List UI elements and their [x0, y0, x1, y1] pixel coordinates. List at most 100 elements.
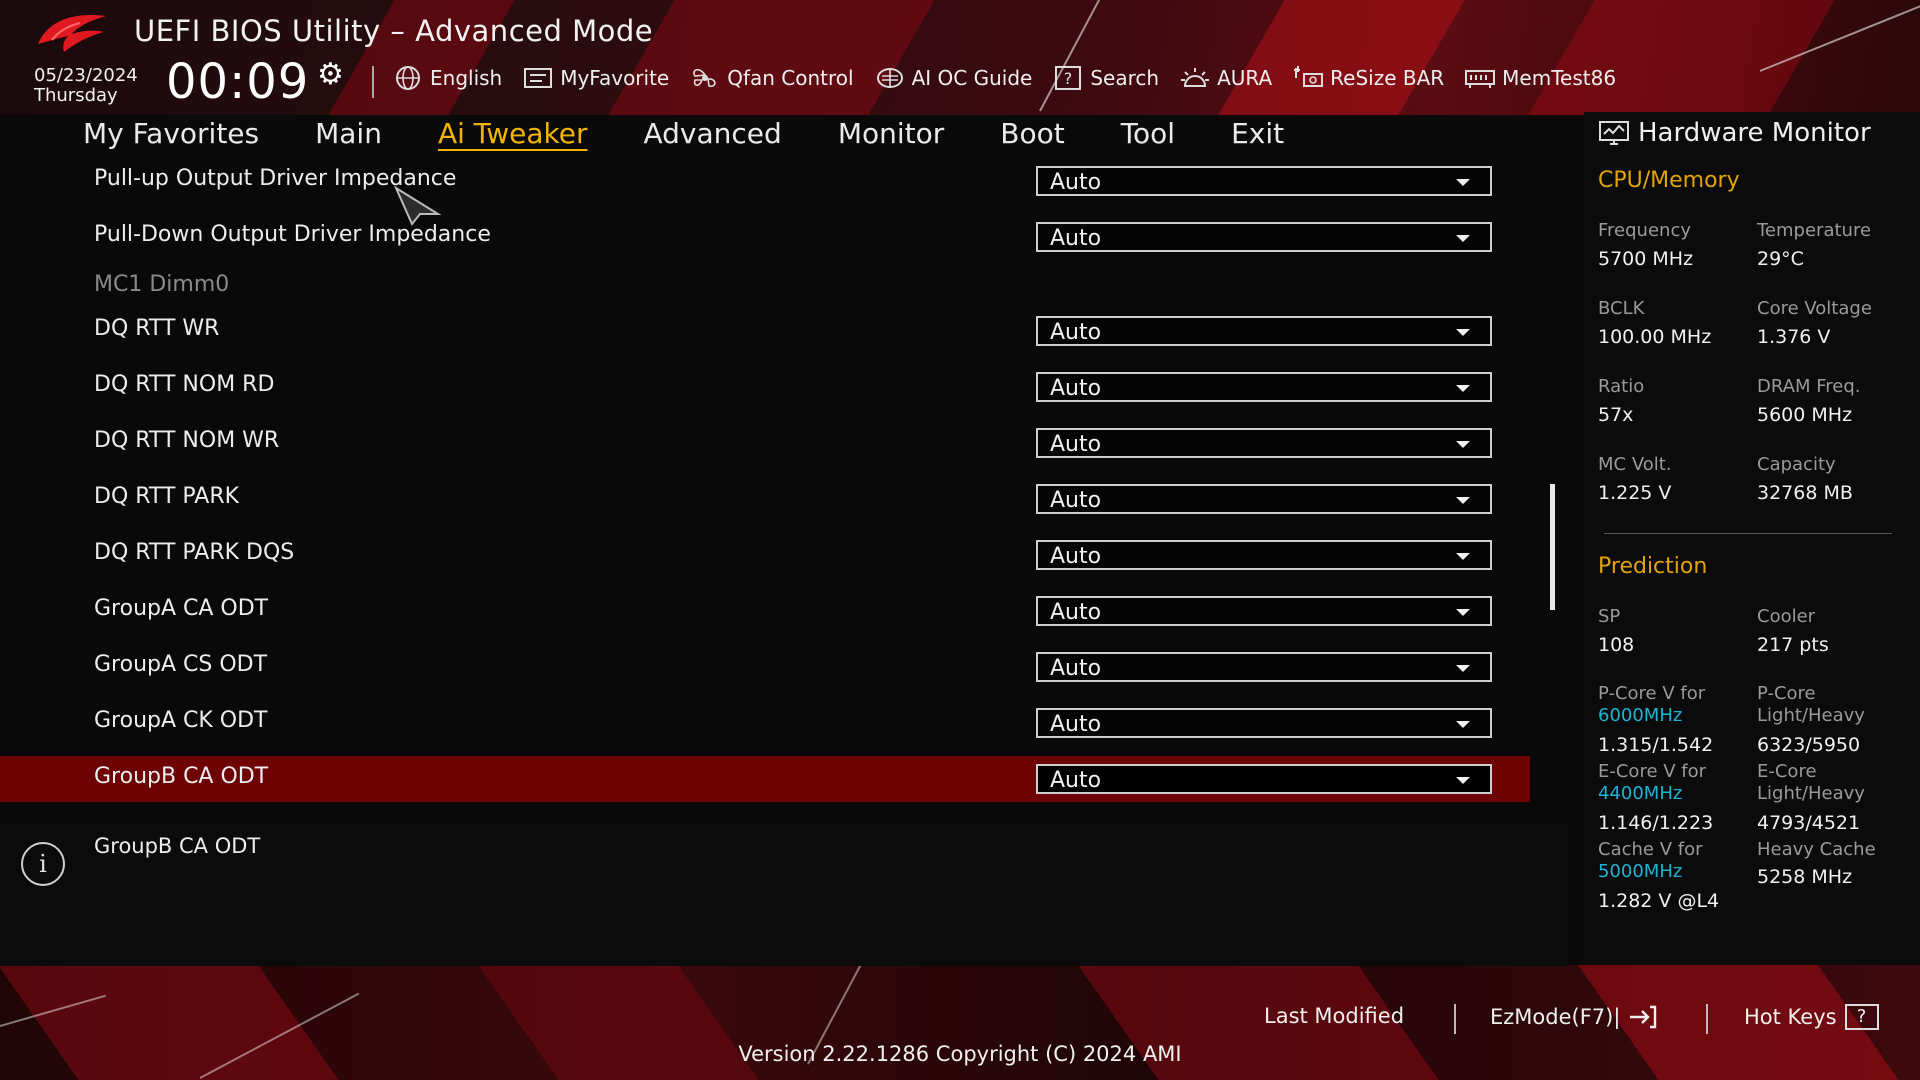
setting-row[interactable]: GroupA CS ODT Auto	[0, 644, 1530, 690]
setting-dropdown[interactable]: Auto	[1036, 428, 1492, 458]
capacity-label: Capacity	[1757, 454, 1836, 475]
qfan-control-button[interactable]: Qfan Control	[689, 64, 854, 92]
tab-main[interactable]: Main	[287, 114, 410, 154]
setting-row[interactable]: DQ RTT PARK Auto	[0, 476, 1530, 522]
language-button[interactable]: English	[392, 64, 502, 92]
setting-row[interactable]: Pull-Down Output Driver Impedance Auto	[0, 214, 1530, 260]
memory-module-icon	[1465, 70, 1496, 88]
cache-v-value: 1.282 V @L4	[1598, 890, 1720, 912]
search-button[interactable]: ? Search	[1052, 64, 1159, 92]
aura-button[interactable]: AURA	[1179, 64, 1272, 92]
pcore-v-value: 1.315/1.542	[1598, 734, 1714, 756]
tab-my-favorites[interactable]: My Favorites	[83, 114, 287, 154]
settings-scrollbar[interactable]	[1550, 484, 1555, 610]
setting-row[interactable]: Pull-up Output Driver Impedance Auto	[0, 158, 1530, 204]
dropdown-arrow-icon	[1456, 385, 1470, 392]
tab-boot[interactable]: Boot	[972, 114, 1092, 154]
setting-row[interactable]: DQ RTT NOM WR Auto	[0, 420, 1530, 466]
section-subheader: MC1 Dimm0	[0, 264, 1530, 310]
ezmode-button[interactable]: EzMode(F7)|	[1490, 1004, 1658, 1030]
dropdown-arrow-icon	[1456, 777, 1470, 784]
ai-chip-icon	[876, 68, 903, 88]
setting-label: GroupA CK ODT	[94, 708, 268, 733]
setting-row[interactable]: GroupA CK ODT Auto	[0, 700, 1530, 746]
temperature-value: 29°C	[1757, 248, 1804, 270]
prediction-heading: Prediction	[1598, 554, 1708, 579]
setting-dropdown[interactable]: Auto	[1036, 652, 1492, 682]
core-voltage-value: 1.376 V	[1757, 326, 1831, 348]
setting-row[interactable]: GroupA CA ODT Auto	[0, 588, 1530, 634]
cache-v-freq: 5000MHz	[1598, 861, 1683, 882]
resize-bar-icon	[1294, 66, 1324, 87]
ratio-label: Ratio	[1598, 376, 1645, 397]
ecore-v-freq: 4400MHz	[1598, 783, 1683, 804]
ai-oc-guide-button[interactable]: AI OC Guide	[874, 64, 1033, 92]
cache-v-label: Cache V for 5000MHz	[1598, 839, 1702, 883]
ecore-lh-value: 4793/4521	[1757, 812, 1861, 834]
ecore-lh-label: E-Core Light/Heavy	[1757, 761, 1865, 805]
dropdown-value: Auto	[1050, 432, 1102, 457]
pcore-v-freq: 6000MHz	[1598, 705, 1683, 726]
hot-keys-button[interactable]: Hot Keys ?	[1744, 1004, 1879, 1030]
ai-oc-label: AI OC Guide	[911, 66, 1033, 90]
resize-bar-button[interactable]: ReSize BAR	[1292, 64, 1444, 92]
setting-dropdown[interactable]: Auto	[1036, 764, 1492, 794]
cooler-value: 217 pts	[1757, 634, 1829, 656]
setting-label: DQ RTT NOM WR	[94, 428, 280, 453]
setting-row[interactable]: DQ RTT WR Auto	[0, 308, 1530, 354]
language-label: English	[430, 66, 503, 90]
setting-dropdown[interactable]: Auto	[1036, 596, 1492, 626]
setting-row[interactable]: DQ RTT PARK DQS Auto	[0, 532, 1530, 578]
dropdown-value: Auto	[1050, 600, 1102, 625]
qfan-label: Qfan Control	[727, 66, 854, 90]
globe-icon	[396, 66, 420, 90]
gear-icon[interactable]: ⚙	[317, 58, 351, 92]
setting-dropdown[interactable]: Auto	[1036, 540, 1492, 570]
favorite-list-icon	[524, 68, 553, 88]
hardware-monitor-title[interactable]: Hardware Monitor	[1598, 118, 1871, 148]
tab-advanced[interactable]: Advanced	[616, 114, 810, 154]
sp-label: SP	[1598, 606, 1621, 627]
setting-label: DQ RTT WR	[94, 316, 220, 341]
fan-icon	[693, 68, 716, 88]
weekday-text: Thursday	[34, 85, 118, 106]
last-modified-label: Last Modified	[1264, 1004, 1405, 1028]
last-modified-button[interactable]: Last Modified	[1264, 1004, 1404, 1028]
aura-light-icon	[1181, 68, 1210, 87]
setting-dropdown[interactable]: Auto	[1036, 316, 1492, 346]
setting-dropdown[interactable]: Auto	[1036, 484, 1492, 514]
tab-tool[interactable]: Tool	[1093, 114, 1203, 154]
tab-exit[interactable]: Exit	[1203, 114, 1312, 154]
setting-row-selected[interactable]: GroupB CA ODT Auto	[0, 756, 1530, 802]
myfavorite-label: MyFavorite	[560, 66, 670, 90]
dropdown-arrow-icon	[1456, 497, 1470, 504]
memtest86-button[interactable]: MemTest86	[1464, 64, 1616, 92]
ecore-lh-label-2: Light/Heavy	[1757, 783, 1865, 804]
tab-ai-tweaker[interactable]: Ai Tweaker	[410, 114, 616, 154]
dropdown-value: Auto	[1050, 488, 1102, 513]
setting-row[interactable]: DQ RTT NOM RD Auto	[0, 364, 1530, 410]
clock-display[interactable]: 00:09	[166, 52, 309, 112]
pcore-v-label: P-Core V for 6000MHz	[1598, 683, 1705, 727]
tab-monitor[interactable]: Monitor	[810, 114, 972, 154]
setting-dropdown[interactable]: Auto	[1036, 708, 1492, 738]
setting-dropdown[interactable]: Auto	[1036, 222, 1492, 252]
setting-dropdown[interactable]: Auto	[1036, 372, 1492, 402]
ratio-value: 57x	[1598, 404, 1634, 426]
exit-arrow-icon	[1630, 1005, 1657, 1029]
capacity-value: 32768 MB	[1757, 482, 1853, 504]
setting-dropdown[interactable]: Auto	[1036, 166, 1492, 196]
dram-freq-label: DRAM Freq.	[1757, 376, 1861, 397]
myfavorite-button[interactable]: MyFavorite	[522, 64, 669, 92]
dropdown-arrow-icon	[1456, 179, 1470, 186]
mc-volt-label: MC Volt.	[1598, 454, 1672, 475]
mouse-cursor-icon	[394, 186, 442, 226]
hot-keys-label: Hot Keys	[1744, 1005, 1837, 1029]
hardware-monitor-panel: Hardware Monitor CPU/Memory Frequency 57…	[1584, 112, 1920, 964]
core-voltage-label: Core Voltage	[1757, 298, 1872, 319]
mc-volt-value: 1.225 V	[1598, 482, 1672, 504]
dropdown-value: Auto	[1050, 656, 1102, 681]
dropdown-arrow-icon	[1456, 609, 1470, 616]
heavy-cache-value: 5258 MHz	[1757, 866, 1853, 888]
heavy-cache-label: Heavy Cache	[1757, 839, 1876, 860]
